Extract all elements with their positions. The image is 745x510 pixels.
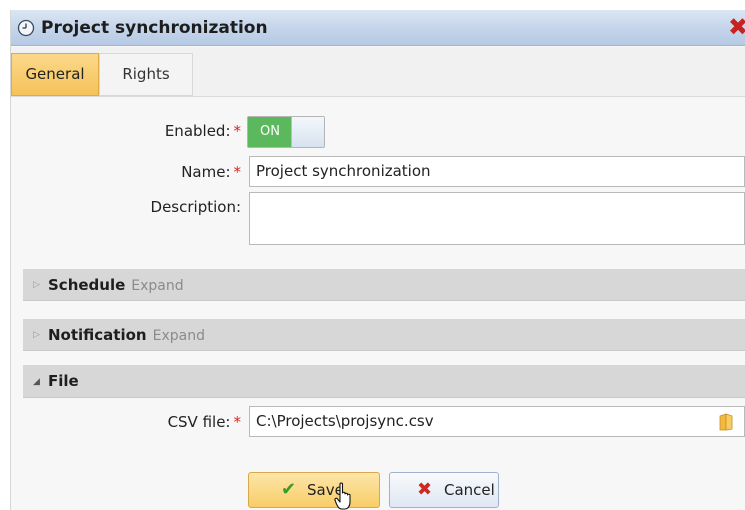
section-file[interactable]: ◢ File	[23, 365, 745, 398]
name-input[interactable]: Project synchronization	[249, 156, 745, 187]
expand-link[interactable]: Expand	[131, 278, 183, 294]
dialog: Project synchronization ✖ General Rights…	[10, 10, 745, 510]
save-button[interactable]: ✔ Save	[248, 472, 380, 508]
toggle-on-label: ON	[248, 117, 292, 147]
x-icon: ✖	[417, 479, 433, 500]
csv-file-input[interactable]: C:\Projects\projsync.csv	[249, 406, 745, 437]
enabled-label: Enabled: *	[164, 122, 242, 140]
expand-link[interactable]: Expand	[153, 328, 205, 344]
tab-general[interactable]: General	[11, 53, 99, 96]
required-marker: *	[233, 163, 242, 181]
checkmark-icon: ✔	[281, 479, 297, 500]
title-bar: Project synchronization ✖	[11, 10, 745, 46]
cancel-label: Cancel	[444, 481, 495, 499]
section-schedule[interactable]: ▷ Schedule Expand	[23, 269, 745, 301]
section-file-title: File	[48, 372, 79, 390]
cancel-button[interactable]: ✖ Cancel	[389, 472, 499, 508]
folder-icon[interactable]	[718, 413, 734, 431]
required-marker: *	[233, 413, 242, 431]
expanded-arrow-icon: ◢	[33, 377, 40, 387]
section-notification-title: Notification	[48, 326, 147, 344]
hand-cursor-icon	[334, 482, 351, 510]
section-notification[interactable]: ▷ Notification Expand	[23, 319, 745, 351]
close-icon[interactable]: ✖	[728, 14, 745, 40]
tab-bar: General Rights	[11, 47, 745, 97]
collapsed-arrow-icon: ▷	[33, 280, 40, 290]
description-input[interactable]	[249, 192, 745, 245]
toggle-knob	[291, 117, 324, 147]
window-title: Project synchronization	[41, 18, 268, 38]
clock-icon	[17, 19, 35, 37]
name-label: Name: *	[181, 163, 242, 181]
csv-file-label: CSV file: *	[167, 413, 242, 431]
enabled-toggle[interactable]: ON	[247, 116, 325, 148]
collapsed-arrow-icon: ▷	[33, 330, 40, 340]
tab-rights[interactable]: Rights	[99, 53, 193, 96]
csv-file-value: C:\Projects\projsync.csv	[256, 412, 434, 430]
required-marker: *	[233, 122, 242, 140]
section-schedule-title: Schedule	[48, 276, 126, 294]
description-label: Description:	[150, 198, 241, 216]
